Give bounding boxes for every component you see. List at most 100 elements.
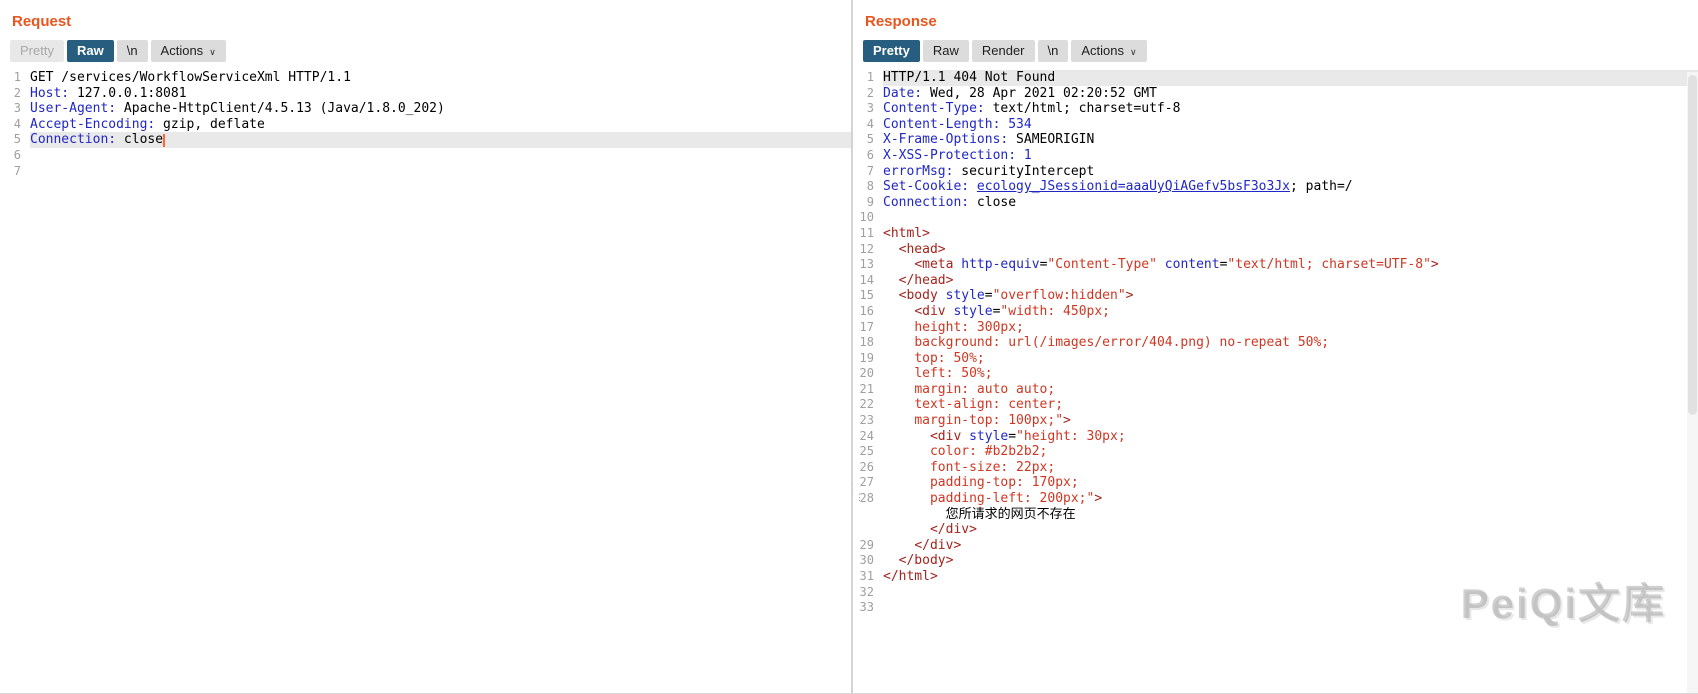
request-tab-pretty[interactable]: Pretty (10, 40, 64, 62)
line-number: 19 (853, 351, 883, 367)
line-number (853, 507, 883, 523)
code-line: 18 background: url(/images/error/404.png… (853, 335, 1698, 351)
request-editor[interactable]: 1GET /services/WorkflowServiceXml HTTP/1… (0, 68, 851, 179)
line-number: 6 (0, 148, 30, 164)
code-line: 1GET /services/WorkflowServiceXml HTTP/1… (0, 70, 851, 86)
response-actions-label: Actions (1081, 43, 1124, 59)
line-number: 1 (853, 70, 883, 86)
code-line: 28⋮ padding-left: 200px;"> (853, 491, 1698, 507)
line-number: 20 (853, 366, 883, 382)
code-line: 12 <head> (853, 242, 1698, 258)
code-line: 16 <div style="width: 450px; (853, 304, 1698, 320)
line-number: 3 (853, 101, 883, 117)
code-line: 32 (853, 585, 1698, 601)
line-number: 5 (853, 132, 883, 148)
code-line: 23 margin-top: 100px;"> (853, 413, 1698, 429)
code-line: 19 top: 50%; (853, 351, 1698, 367)
response-tab-render[interactable]: Render (972, 40, 1035, 62)
response-tab-pretty[interactable]: Pretty (863, 40, 920, 62)
line-number: 17 (853, 320, 883, 336)
response-panel-title: Response (853, 0, 1698, 30)
code-line: 4Content-Length: 534 (853, 117, 1698, 133)
line-number: 22 (853, 397, 883, 413)
line-number: 8 (853, 179, 883, 195)
code-line: 33 (853, 600, 1698, 616)
line-number: 32 (853, 585, 883, 601)
line-number (853, 522, 883, 538)
request-newline-toggle-button[interactable]: \n (117, 40, 148, 62)
response-scrollbar-thumb[interactable] (1688, 75, 1697, 415)
code-line: 4Accept-Encoding: gzip, deflate (0, 117, 851, 133)
line-number: 25 (853, 444, 883, 460)
response-newline-toggle-button[interactable]: \n (1038, 40, 1069, 62)
line-number: 10 (853, 210, 883, 226)
request-actions-label: Actions (161, 43, 204, 59)
line-number: 16 (853, 304, 883, 320)
line-number: 27 (853, 475, 883, 491)
chevron-down-icon: ∨ (1130, 44, 1137, 60)
request-actions-button[interactable]: Actions ∨ (151, 40, 226, 62)
code-line: 6 (0, 148, 851, 164)
code-line: 17 height: 300px; (853, 320, 1698, 336)
code-line: 27 padding-top: 170px; (853, 475, 1698, 491)
line-number: 1 (0, 70, 30, 86)
line-number: 5 (0, 132, 30, 148)
line-number: 4 (853, 117, 883, 133)
code-line: 9Connection: close (853, 195, 1698, 211)
code-line: 15 <body style="overflow:hidden"> (853, 288, 1698, 304)
code-line: 2Date: Wed, 28 Apr 2021 02:20:52 GMT (853, 86, 1698, 102)
line-number: 29 (853, 538, 883, 554)
code-line: 2Host: 127.0.0.1:8081 (0, 86, 851, 102)
code-line: 7 (0, 164, 851, 180)
code-line: 10 (853, 210, 1698, 226)
line-number: 14 (853, 273, 883, 289)
code-line: 7errorMsg: securityIntercept (853, 164, 1698, 180)
code-line: 30 </body> (853, 553, 1698, 569)
line-number: 6 (853, 148, 883, 164)
request-panel: Request Pretty Raw \n Actions ∨ 1GET /se… (0, 0, 851, 693)
line-number: 21 (853, 382, 883, 398)
line-number: 13 (853, 257, 883, 273)
code-line: 20 left: 50%; (853, 366, 1698, 382)
code-line: 31</html> (853, 569, 1698, 585)
text-cursor (163, 134, 165, 147)
line-number: 15 (853, 288, 883, 304)
code-line: 14 </head> (853, 273, 1698, 289)
line-number: 18 (853, 335, 883, 351)
code-line: 3User-Agent: Apache-HttpClient/4.5.13 (J… (0, 101, 851, 117)
code-line: 5Connection: close (0, 132, 851, 148)
line-number: 33 (853, 600, 883, 616)
code-line: 21 margin: auto auto; (853, 382, 1698, 398)
line-number: 11 (853, 226, 883, 242)
code-line: 11<html> (853, 226, 1698, 242)
line-number: 12 (853, 242, 883, 258)
response-panel: Response Pretty Raw Render \n Actions ∨ … (853, 0, 1698, 693)
code-line: </div> (853, 522, 1698, 538)
line-number: 7 (853, 164, 883, 180)
code-line: 5X-Frame-Options: SAMEORIGIN (853, 132, 1698, 148)
line-number: 23 (853, 413, 883, 429)
response-editor[interactable]: 1HTTP/1.1 404 Not Found2Date: Wed, 28 Ap… (853, 68, 1698, 616)
request-tab-raw[interactable]: Raw (67, 40, 114, 62)
request-panel-title: Request (0, 0, 851, 30)
code-line: 您所请求的网页不存在 (853, 507, 1698, 523)
line-wrap-icon: ⋮ (855, 493, 864, 503)
code-line: 1HTTP/1.1 404 Not Found (853, 70, 1698, 86)
message-editor-split-view: Request Pretty Raw \n Actions ∨ 1GET /se… (0, 0, 1698, 694)
code-line: 6X-XSS-Protection: 1 (853, 148, 1698, 164)
response-tab-raw[interactable]: Raw (923, 40, 969, 62)
code-line: 13 <meta http-equiv="Content-Type" conte… (853, 257, 1698, 273)
chevron-down-icon: ∨ (209, 44, 216, 60)
line-number: 30 (853, 553, 883, 569)
line-number: 9 (853, 195, 883, 211)
response-scrollbar[interactable] (1687, 72, 1698, 693)
code-line: 25 color: #b2b2b2; (853, 444, 1698, 460)
code-line: 3Content-Type: text/html; charset=utf-8 (853, 101, 1698, 117)
response-actions-button[interactable]: Actions ∨ (1071, 40, 1146, 62)
line-number: 4 (0, 117, 30, 133)
response-tabbar: Pretty Raw Render \n Actions ∨ (853, 30, 1698, 68)
line-number: 2 (853, 86, 883, 102)
line-number: 24 (853, 429, 883, 445)
line-number: 26 (853, 460, 883, 476)
line-number: 3 (0, 101, 30, 117)
